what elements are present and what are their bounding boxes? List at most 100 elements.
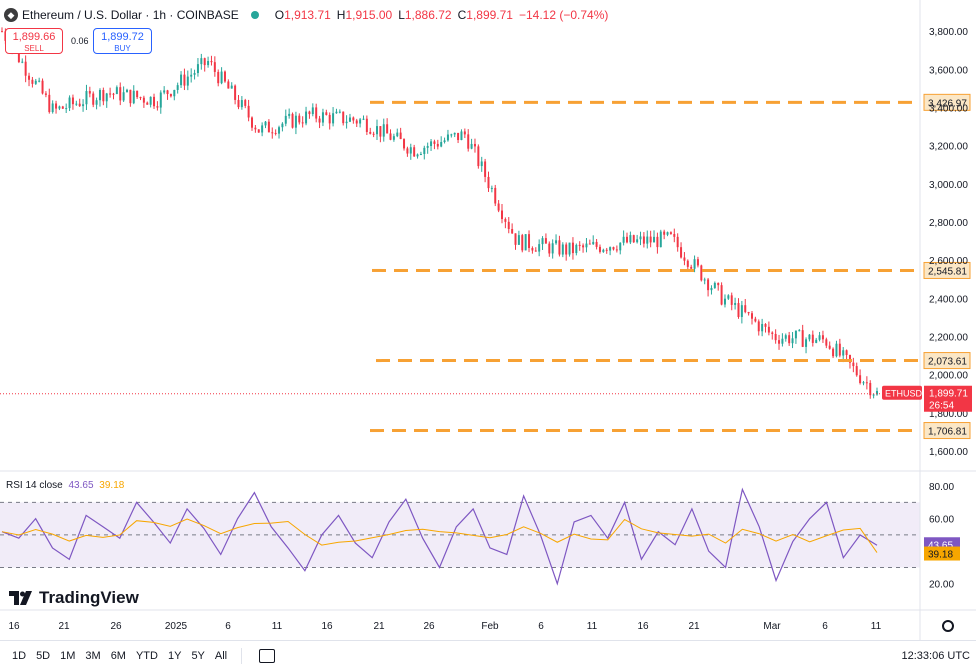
price-tick-label: 3,200.00 <box>929 142 968 153</box>
tf-5d[interactable]: 5D <box>36 650 50 662</box>
candle-body <box>865 382 868 384</box>
candle-body <box>832 348 835 357</box>
candle-body <box>301 122 304 124</box>
candle-body <box>416 154 419 157</box>
tf-1d[interactable]: 1D <box>12 650 26 662</box>
candle-body <box>362 118 365 120</box>
candle-body <box>345 121 348 124</box>
calendar-icon[interactable] <box>259 648 276 663</box>
time-tick-label: 21 <box>688 621 700 632</box>
tf-all[interactable]: All <box>215 650 227 662</box>
candle-body <box>507 221 510 230</box>
gear-icon[interactable] <box>942 620 954 632</box>
tradingview-logo[interactable]: TradingView <box>9 588 139 608</box>
utc-clock[interactable]: 12:33:06 UTC <box>902 650 970 662</box>
candle-body <box>372 133 375 135</box>
candle-body <box>409 147 412 154</box>
price-tick-label: 2,600.00 <box>929 256 968 267</box>
candle-body <box>359 119 362 124</box>
rsi-legend[interactable]: RSI 14 close 43.65 39.18 <box>6 480 124 491</box>
candle-body <box>426 146 429 148</box>
candle-body <box>467 134 470 149</box>
level-label: 1,706.81 <box>928 427 967 438</box>
candle-body <box>801 330 804 347</box>
candle-body <box>247 105 250 118</box>
candle-body <box>629 235 632 243</box>
candle-body <box>619 242 622 251</box>
candle-body <box>720 285 723 305</box>
rsi-tick-label: 60.00 <box>929 515 954 526</box>
candle-body <box>237 99 240 108</box>
candle-body <box>771 332 774 334</box>
candle-body <box>139 97 142 99</box>
candle-body <box>251 117 253 128</box>
candle-body <box>44 93 47 95</box>
candle-body <box>852 362 855 367</box>
candle-body <box>855 366 858 376</box>
candle-body <box>838 343 841 356</box>
candle-body <box>278 127 281 134</box>
candle-body <box>284 115 287 124</box>
candle-body <box>440 142 443 147</box>
candle-body <box>365 118 368 132</box>
candle-body <box>737 303 740 317</box>
candle-body <box>261 125 264 133</box>
tradingview-logo-icon <box>9 590 34 606</box>
symbol-title[interactable]: Ethereum / U.S. Dollar · 1h · COINBASE <box>22 8 239 22</box>
chart-canvas[interactable]: 3,426.972,545.812,073.611,706.81 3,800.0… <box>0 0 976 640</box>
candle-body <box>683 257 686 261</box>
candle-body <box>592 241 595 245</box>
candle-body <box>561 244 564 255</box>
candle-body <box>582 245 585 248</box>
tf-ytd[interactable]: YTD <box>136 650 158 662</box>
candle-body <box>764 324 767 327</box>
time-tick-label: 26 <box>423 621 435 632</box>
candle-body <box>710 287 713 291</box>
candle-body <box>615 249 618 251</box>
candle-body <box>548 243 551 254</box>
horizontal-levels: 3,426.972,545.812,073.611,706.81 <box>370 93 971 440</box>
tf-5y[interactable]: 5Y <box>191 650 204 662</box>
candle-body <box>294 115 297 128</box>
buy-button[interactable]: 1,899.72 BUY <box>93 28 152 54</box>
candle-body <box>51 103 54 113</box>
candle-body <box>659 231 662 248</box>
candle-body <box>845 350 848 356</box>
high-value: 1,915.00 <box>345 8 393 22</box>
candle-body <box>450 134 453 136</box>
candle-body <box>413 147 416 157</box>
tf-3m[interactable]: 3M <box>85 650 100 662</box>
candle-body <box>788 335 791 344</box>
candle-body <box>328 114 331 124</box>
candle-body <box>338 111 341 113</box>
rsi-ma-label: 39.18 <box>928 550 953 561</box>
candle-body <box>696 259 699 266</box>
candle-body <box>595 241 598 247</box>
tf-6m[interactable]: 6M <box>111 650 126 662</box>
candle-body <box>473 143 476 147</box>
candle-body <box>805 339 808 347</box>
candle-body <box>778 340 781 344</box>
candle-body <box>646 236 649 244</box>
tf-1y[interactable]: 1Y <box>168 650 181 662</box>
candle-body <box>487 176 490 189</box>
candle-body <box>713 282 716 288</box>
time-tick-label: 16 <box>8 621 20 632</box>
candle-body <box>257 129 260 133</box>
tf-1m[interactable]: 1M <box>60 650 75 662</box>
candle-body <box>379 126 382 137</box>
candle-body <box>207 61 210 66</box>
buy-price: 1,899.72 <box>101 31 144 43</box>
candle-body <box>68 97 71 109</box>
candle-body <box>791 338 794 344</box>
buy-label: BUY <box>114 44 131 53</box>
candle-body <box>521 235 524 251</box>
sell-button[interactable]: 1,899.66 SELL <box>5 28 63 54</box>
candle-body <box>21 61 24 63</box>
candle-body <box>767 326 770 333</box>
candle-body <box>598 246 601 252</box>
candle-body <box>325 112 328 115</box>
candle-body <box>85 91 88 105</box>
candle-body <box>153 96 156 107</box>
candle-body <box>642 236 645 244</box>
